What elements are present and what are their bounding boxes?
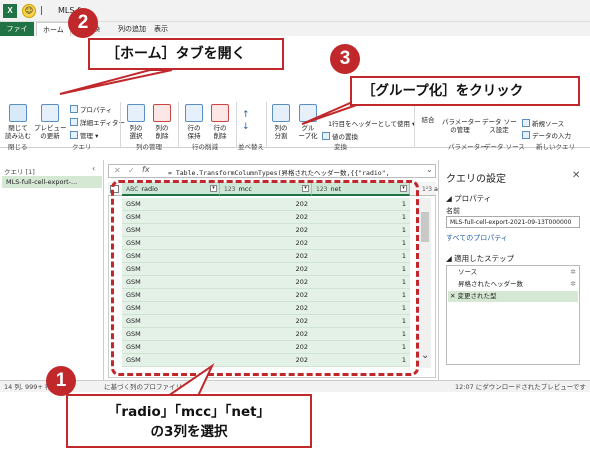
- pointer-1: [164, 363, 215, 397]
- step-badge-3: 3: [330, 44, 360, 74]
- callout-3: ［グループ化］をクリック: [350, 76, 580, 106]
- pointer-2: [59, 69, 173, 95]
- step-badge-1: 1: [46, 366, 76, 396]
- callout-1: 「radio」「mcc」「net」 の3列を選択: [66, 394, 312, 448]
- callout-2: ［ホーム］タブを開く: [88, 38, 284, 70]
- step-badge-2: 2: [68, 8, 98, 38]
